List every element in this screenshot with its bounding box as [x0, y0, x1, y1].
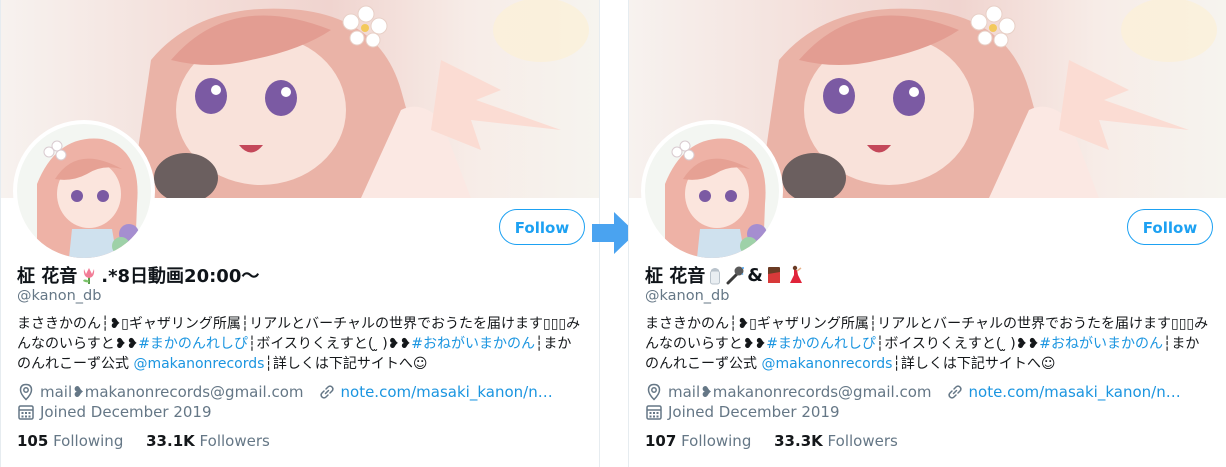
display-name: 柾 花音 .*8日動画20:00〜 [17, 262, 259, 288]
hashtag-link[interactable]: #おねがいまかのん [1039, 336, 1163, 352]
joined-row: Joined December 2019 [17, 403, 212, 421]
follow-button[interactable]: Follow [499, 209, 585, 245]
calendar-icon [18, 405, 34, 420]
avatar[interactable] [17, 124, 151, 258]
display-name-suffix: & [747, 264, 763, 286]
avatar-image [17, 124, 151, 258]
joined-date: Joined December 2019 [40, 403, 212, 421]
display-name: 柾 花音 & [645, 262, 803, 288]
followers-count: 33.3K [774, 432, 823, 450]
followers-stat[interactable]: 33.3K Followers [774, 432, 898, 450]
profile-meta: mail❥makanonrecords@gmail.com note.com/m… [645, 383, 1181, 401]
following-count: 107 [645, 432, 677, 450]
bio-text: ┆ボイスりくえすと( ̫ )❥❥ [875, 336, 1040, 352]
link-icon [319, 385, 334, 399]
follow-stats: 105 Following 33.1K Followers [17, 432, 270, 450]
dancer-icon [789, 265, 802, 283]
website-link[interactable]: note.com/masaki_kanon/n… [969, 383, 1181, 401]
followers-count: 33.1K [146, 432, 195, 450]
followers-label: Followers [827, 432, 898, 450]
location-pin-icon [647, 383, 661, 401]
profile-after: Follow 柾 花音 & @kanon_db まさきかのん┆❥▯ギャザリング所… [628, 0, 1226, 467]
followers-label: Followers [199, 432, 270, 450]
following-stat[interactable]: 105 Following [17, 432, 123, 450]
joined-date: Joined December 2019 [668, 403, 840, 421]
hashtag-link[interactable]: #まかのんれしぴ [138, 336, 248, 352]
handle: @kanon_db [17, 288, 102, 304]
handle: @kanon_db [645, 288, 730, 304]
location-pin-icon [19, 383, 33, 401]
location-text: mail❥makanonrecords@gmail.com [668, 383, 932, 401]
follow-stats: 107 Following 33.3K Followers [645, 432, 898, 450]
following-count: 105 [17, 432, 49, 450]
display-name-suffix: .*8日動画20:00〜 [101, 266, 260, 287]
following-label: Following [681, 432, 752, 450]
profile-meta: mail❥makanonrecords@gmail.com note.com/m… [17, 383, 553, 401]
bio-text: ┆ボイスりくえすと( ̫ )❥❥ [247, 336, 412, 352]
followers-stat[interactable]: 33.1K Followers [146, 432, 270, 450]
bio: まさきかのん┆❥▯ギャザリング所属┆リアルとバーチャルの世界でおうたを届けます▯… [645, 314, 1211, 374]
website-link[interactable]: note.com/masaki_kanon/n… [341, 383, 553, 401]
microphone-icon [726, 266, 745, 285]
link-icon [947, 385, 962, 399]
following-stat[interactable]: 107 Following [645, 432, 751, 450]
display-name-text: 柾 花音 [17, 266, 78, 287]
hashtag-link[interactable]: #おねがいまかのん [411, 336, 535, 352]
hashtag-link[interactable]: #まかのんれしぴ [766, 336, 876, 352]
mention-link[interactable]: @makanonrecords [761, 356, 892, 372]
salt-shaker-icon [710, 268, 721, 285]
bio: まさきかのん┆❥▯ギャザリング所属┆リアルとバーチャルの世界でおうたを届けます▯… [17, 314, 583, 374]
calendar-icon [646, 405, 662, 420]
avatar[interactable] [645, 124, 779, 258]
follow-button[interactable]: Follow [1127, 209, 1213, 245]
profile-before: Follow 柾 花音 .*8日動画20:00〜 @kanon_db まさきかの… [0, 0, 600, 467]
location-text: mail❥makanonrecords@gmail.com [40, 383, 304, 401]
tulip-icon [83, 268, 95, 284]
joined-row: Joined December 2019 [645, 403, 840, 421]
chocolate-bar-icon [767, 267, 780, 283]
display-name-text: 柾 花音 [645, 266, 706, 287]
bio-text: ┆詳しくは下記サイトへ☺ [264, 356, 428, 372]
following-label: Following [53, 432, 124, 450]
mention-link[interactable]: @makanonrecords [133, 356, 264, 372]
avatar-image [645, 124, 779, 258]
bio-text: ┆詳しくは下記サイトへ☺ [892, 356, 1056, 372]
